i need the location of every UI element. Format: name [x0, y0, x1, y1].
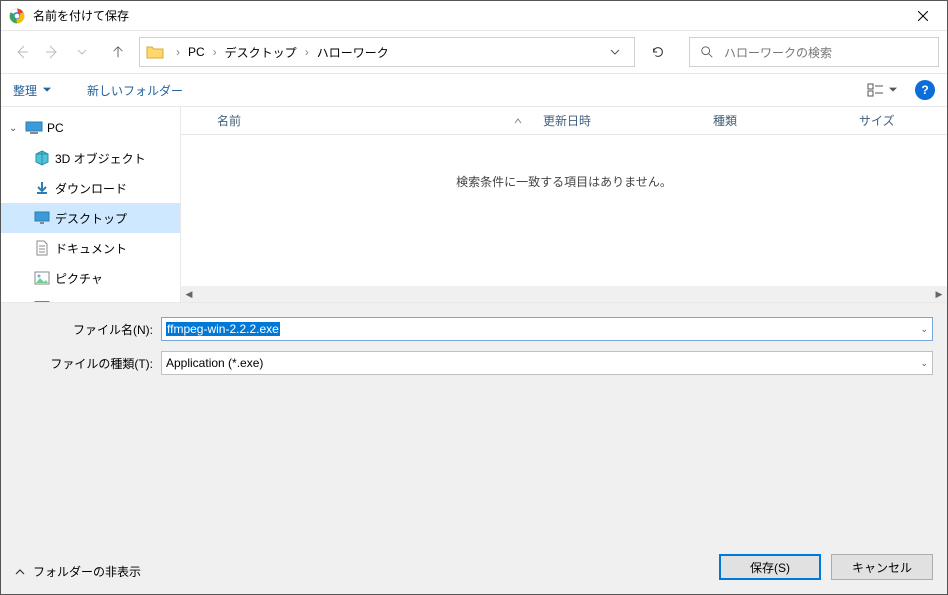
chevron-right-icon[interactable]: › [299, 45, 315, 59]
desktop-icon [33, 211, 51, 225]
file-list: 名前 更新日時 種類 サイズ 検索条件に一致する項目はありません。 ◀ ▶ [181, 107, 947, 302]
chrome-icon [9, 8, 25, 24]
search-input[interactable]: ハローワークの検索 [689, 37, 939, 67]
tree-downloads[interactable]: ダウンロード [1, 173, 180, 203]
cancel-button[interactable]: キャンセル [831, 554, 933, 580]
footer: フォルダーの非表示 保存(S) キャンセル [1, 385, 947, 594]
column-headers: 名前 更新日時 種類 サイズ [181, 107, 947, 135]
chevron-down-icon[interactable]: ⌄ [9, 123, 21, 134]
titlebar: 名前を付けて保存 [1, 1, 947, 31]
refresh-button[interactable] [639, 37, 677, 67]
tree-documents[interactable]: ドキュメント [1, 233, 180, 263]
organize-menu[interactable]: 整理 [13, 82, 51, 99]
column-type[interactable]: 種類 [713, 107, 859, 134]
view-options[interactable] [861, 83, 903, 97]
column-date[interactable]: 更新日時 [543, 107, 713, 134]
up-button[interactable] [105, 39, 131, 65]
save-button[interactable]: 保存(S) [719, 554, 821, 580]
new-folder-button[interactable]: 新しいフォルダー [87, 82, 183, 99]
hide-folders-button[interactable]: フォルダーの非表示 [15, 563, 141, 580]
column-size[interactable]: サイズ [859, 107, 947, 134]
help-button[interactable]: ? [915, 80, 935, 100]
tree-videos[interactable]: ビデオ [1, 293, 180, 302]
breadcrumb[interactable]: › PC › デスクトップ › ハローワーク [139, 37, 635, 67]
tree-desktop[interactable]: デスクトップ [1, 203, 180, 233]
tree-pc[interactable]: ⌄ PC [1, 113, 180, 143]
crumb-hellowork[interactable]: ハローワーク [315, 44, 391, 61]
recent-dropdown[interactable] [69, 39, 95, 65]
breadcrumb-dropdown[interactable] [600, 47, 630, 57]
horizontal-scrollbar[interactable]: ◀ ▶ [181, 286, 947, 302]
empty-message: 検索条件に一致する項目はありません。 [181, 173, 947, 190]
cube-icon [33, 150, 51, 166]
filetype-label: ファイルの種類(T): [15, 355, 161, 372]
toolbar: 整理 新しいフォルダー ? [1, 73, 947, 107]
filename-label: ファイル名(N): [15, 321, 161, 338]
navbar: › PC › デスクトップ › ハローワーク ハローワークの検索 [1, 31, 947, 73]
filename-input[interactable]: ffmpeg-win-2.2.2.exe ⌄ [161, 317, 933, 341]
filetype-select[interactable]: Application (*.exe) ⌄ [161, 351, 933, 375]
back-button[interactable] [9, 39, 35, 65]
window-title: 名前を付けて保存 [33, 7, 900, 24]
video-icon [33, 301, 51, 302]
chevron-down-icon[interactable]: ⌄ [920, 358, 928, 369]
document-icon [33, 240, 51, 256]
forward-button[interactable] [39, 39, 65, 65]
picture-icon [33, 271, 51, 285]
chevron-down-icon[interactable]: ⌄ [920, 324, 928, 335]
crumb-pc[interactable]: PC [186, 45, 207, 59]
main-area: ⌄ PC 3D オブジェクト ダウンロード デスクトップ ドキュメント ピクチャ… [1, 107, 947, 302]
scroll-right-icon[interactable]: ▶ [931, 286, 947, 302]
close-button[interactable] [900, 1, 946, 31]
crumb-desktop[interactable]: デスクトップ [223, 44, 299, 61]
fields-area: ファイル名(N): ffmpeg-win-2.2.2.exe ⌄ ファイルの種類… [1, 302, 947, 385]
chevron-up-icon [15, 567, 25, 577]
pc-icon [25, 121, 43, 135]
scroll-left-icon[interactable]: ◀ [181, 286, 197, 302]
chevron-right-icon[interactable]: › [207, 45, 223, 59]
sidebar[interactable]: ⌄ PC 3D オブジェクト ダウンロード デスクトップ ドキュメント ピクチャ… [1, 107, 181, 302]
search-placeholder: ハローワークの検索 [724, 44, 832, 61]
tree-pictures[interactable]: ピクチャ [1, 263, 180, 293]
tree-3d-objects[interactable]: 3D オブジェクト [1, 143, 180, 173]
column-name[interactable]: 名前 [217, 107, 543, 134]
folder-icon [146, 43, 164, 61]
download-icon [33, 181, 51, 195]
search-icon [700, 45, 714, 59]
chevron-right-icon[interactable]: › [170, 45, 186, 59]
